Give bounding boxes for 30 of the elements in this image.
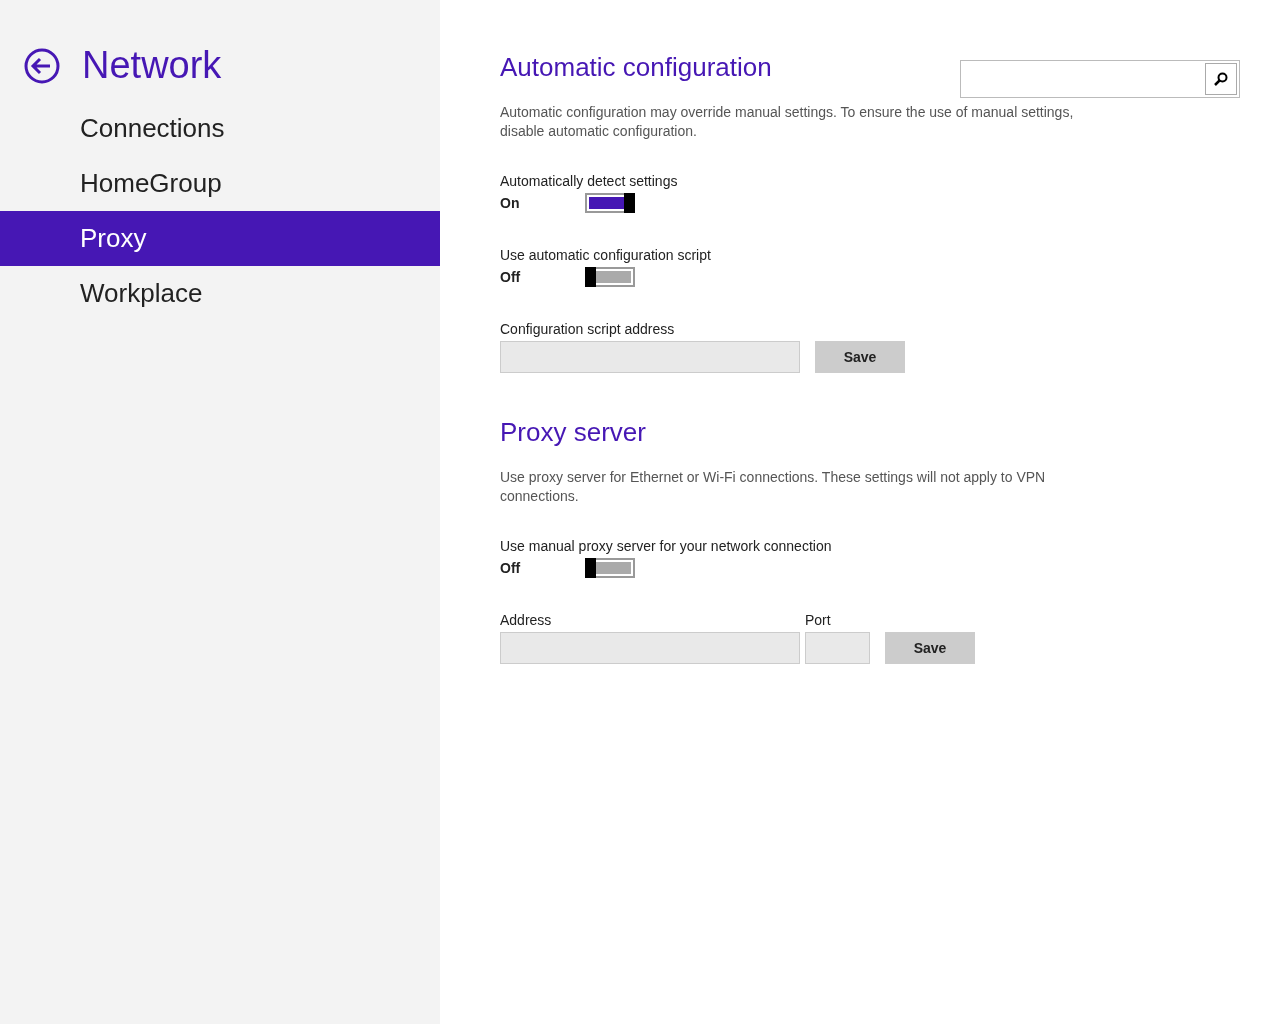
toggle-label: Use manual proxy server for your network connection [500, 538, 833, 554]
nav-item[interactable]: Connections [0, 101, 440, 156]
text-field[interactable] [500, 341, 800, 373]
text-field[interactable] [500, 632, 800, 664]
field-label: Port [805, 612, 832, 628]
toggle-switch[interactable] [585, 558, 635, 578]
toggle-switch[interactable] [585, 193, 635, 213]
toggle-label: Use automatic configuration script [500, 247, 712, 263]
field-label: Address [500, 612, 553, 628]
section-description: Automatic configuration may override manual settings. To ensure the use of manual settings, disable automatic configuration. [500, 103, 1075, 141]
save-button[interactable]: Save [885, 632, 975, 664]
toggle-switch[interactable] [585, 267, 635, 287]
nav-item[interactable]: Proxy [0, 211, 440, 266]
section-description: Use proxy server for Ethernet or Wi-Fi connections. These settings will not apply to VPN connections. [500, 468, 1047, 506]
nav-item[interactable]: Workplace [0, 266, 440, 321]
nav-item[interactable]: HomeGroup [0, 156, 440, 211]
toggle-label: Automatically detect settings [500, 173, 679, 189]
back-button[interactable] [24, 47, 60, 84]
text-field[interactable] [805, 632, 870, 664]
section-heading: Proxy server [500, 417, 646, 448]
toggle-state: Off [500, 269, 522, 285]
field-label: Configuration script address [500, 321, 676, 337]
toggle-state: On [500, 195, 521, 211]
save-button[interactable]: Save [815, 341, 905, 373]
search-icon [1214, 72, 1228, 86]
toggle-state: Off [500, 560, 522, 576]
page-title: Network [82, 44, 222, 87]
search-button[interactable] [1205, 63, 1237, 95]
search-field[interactable] [960, 60, 1240, 98]
section-heading: Automatic configuration [500, 52, 772, 83]
